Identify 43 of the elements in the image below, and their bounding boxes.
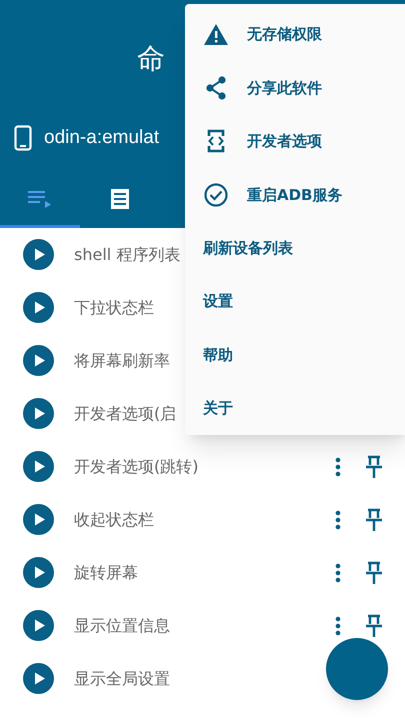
play-icon[interactable] bbox=[23, 292, 54, 323]
pin-icon[interactable] bbox=[365, 508, 383, 532]
device-name: odin-a:emulat bbox=[44, 126, 160, 150]
developer-mode-icon bbox=[207, 129, 225, 154]
more-icon[interactable] bbox=[335, 456, 341, 476]
command-label[interactable]: 下拉状态栏 bbox=[74, 296, 154, 320]
pin-icon[interactable] bbox=[365, 614, 383, 638]
command-label[interactable]: 开发者选项(启 bbox=[74, 402, 176, 426]
command-label[interactable]: 开发者选项(跳转) bbox=[74, 454, 198, 478]
check-circle-icon bbox=[204, 182, 228, 207]
menu-item[interactable]: 设置 bbox=[185, 274, 405, 328]
more-icon[interactable] bbox=[335, 562, 341, 582]
phone-icon bbox=[14, 125, 32, 151]
play-icon[interactable] bbox=[23, 451, 54, 482]
menu-item[interactable]: 重启ADB服务 bbox=[185, 168, 405, 222]
menu-item[interactable]: 刷新设备列表 bbox=[185, 222, 405, 275]
playlist-icon bbox=[28, 188, 52, 208]
pin-icon[interactable] bbox=[365, 454, 383, 478]
command-label[interactable]: 收起状态栏 bbox=[74, 508, 154, 532]
command-label[interactable]: 显示位置信息 bbox=[74, 614, 170, 638]
command-label[interactable]: 将屏幕刷新率 bbox=[74, 348, 170, 372]
play-icon[interactable] bbox=[23, 610, 54, 641]
app-title: 命 bbox=[137, 41, 165, 77]
play-icon[interactable] bbox=[23, 345, 54, 376]
command-label[interactable]: 显示全局设置 bbox=[74, 666, 170, 690]
warning-icon bbox=[204, 24, 228, 46]
play-icon[interactable] bbox=[23, 663, 54, 694]
more-icon[interactable] bbox=[335, 510, 341, 530]
document-icon bbox=[110, 188, 130, 210]
menu-item[interactable]: 无存储权限 bbox=[185, 8, 405, 62]
pin-icon[interactable] bbox=[365, 560, 383, 584]
menu-item[interactable]: 帮助 bbox=[185, 328, 405, 382]
menu-item[interactable]: 分享此软件 bbox=[185, 61, 405, 115]
play-icon[interactable] bbox=[23, 398, 54, 429]
command-label[interactable]: shell 程序列表 bbox=[74, 242, 180, 266]
more-icon[interactable] bbox=[335, 616, 341, 636]
play-icon[interactable] bbox=[23, 504, 54, 535]
menu-item[interactable]: 开发者选项 bbox=[185, 114, 405, 168]
menu-item[interactable]: 关于 bbox=[185, 382, 405, 435]
command-label[interactable]: 旋转屏幕 bbox=[74, 560, 138, 584]
play-icon[interactable] bbox=[23, 239, 54, 270]
share-icon bbox=[205, 76, 227, 100]
play-icon[interactable] bbox=[23, 557, 54, 588]
